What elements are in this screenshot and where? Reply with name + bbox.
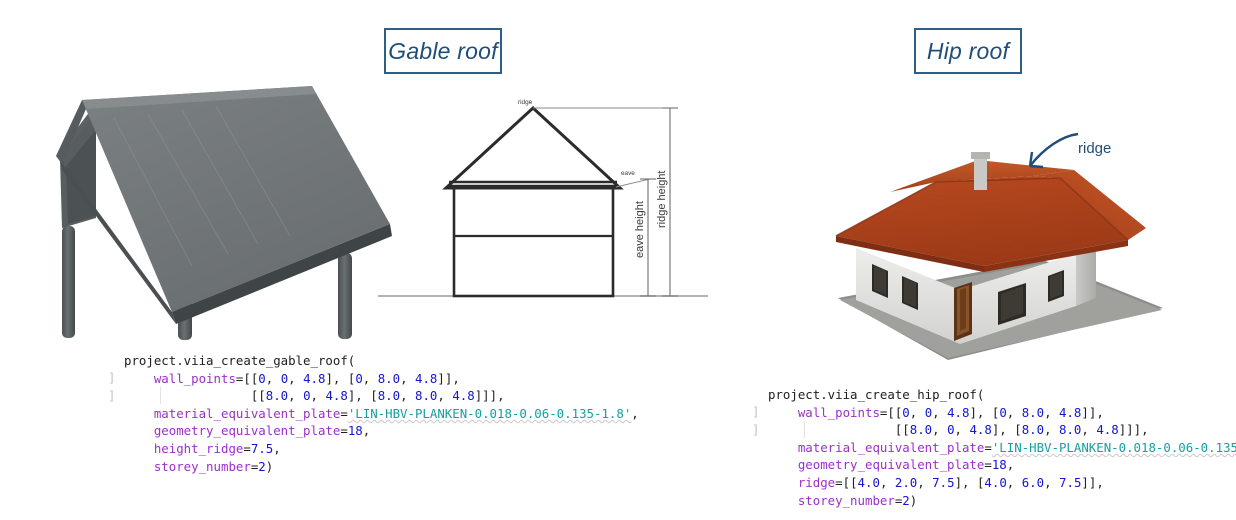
code-line: geometry_equivalent_plate=18, bbox=[797, 457, 1015, 473]
code-line: ridge=[[4.0, 2.0, 7.5], [4.0, 6.0, 7.5]]… bbox=[797, 474, 1104, 490]
code-line: material_equivalent_plate='LIN-HBV-PLANK… bbox=[153, 405, 639, 421]
code-line: project.viia_create_hip_roof( bbox=[768, 387, 985, 402]
code-line: [[8.0, 0, 4.8], [8.0, 8.0, 4.8]]], bbox=[768, 422, 1149, 438]
code-line: storey_number=2) bbox=[153, 458, 274, 474]
code-gutter-hip: ] ] bbox=[752, 404, 760, 437]
building-outline bbox=[452, 186, 615, 298]
code-line: [[8.0, 0, 4.8], [8.0, 8.0, 4.8]]], bbox=[124, 388, 505, 404]
code-line: wall_points=[[0, 0, 4.8], [0, 8.0, 4.8]]… bbox=[797, 404, 1104, 420]
screenshot-canvas: Gable roof Hip roof ridge eave eave heig… bbox=[0, 0, 1236, 520]
door bbox=[954, 282, 972, 341]
gable-triangle bbox=[442, 105, 624, 190]
gable-roof-title-box: Gable roof bbox=[384, 28, 502, 74]
gable-roof-code-block: project.viia_create_gable_roof( wall_poi… bbox=[124, 352, 639, 475]
code-line: height_ridge=7.5, bbox=[153, 440, 281, 456]
code-line: project.viia_create_gable_roof( bbox=[124, 353, 356, 368]
roof-section-diagram: ridge eave eave height ridge height bbox=[378, 99, 708, 298]
eave-height-label: eave height bbox=[634, 201, 646, 258]
code-gutter-gable: ] ] bbox=[108, 370, 116, 403]
ridge-height-label: ridge height bbox=[656, 171, 668, 229]
diagram-ridge-label: ridge bbox=[518, 99, 533, 106]
gable-roof-3d-render bbox=[56, 86, 392, 340]
hip-roof-code-block: project.viia_create_hip_roof( wall_point… bbox=[768, 386, 1236, 509]
code-line: geometry_equivalent_plate=18, bbox=[153, 423, 371, 439]
diagram-eave-label: eave bbox=[621, 170, 635, 177]
code-line: storey_number=2) bbox=[797, 492, 918, 508]
hip-ridge-annotation-label: ridge bbox=[1078, 140, 1112, 157]
code-line: material_equivalent_plate='LIN-HBV-PLANK… bbox=[797, 439, 1236, 455]
code-line: wall_points=[[0, 0, 4.8], [0, 8.0, 4.8]]… bbox=[153, 370, 460, 386]
hip-roof-title-box: Hip roof bbox=[914, 28, 1022, 74]
